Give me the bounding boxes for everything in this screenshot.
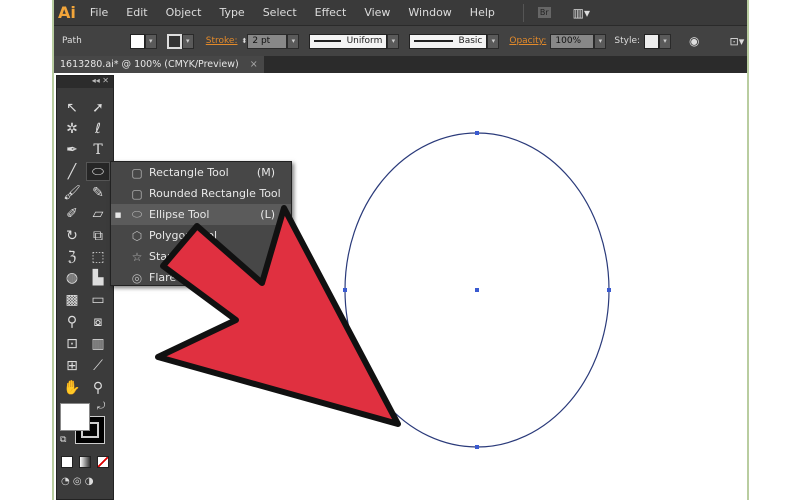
artwork-overlay <box>155 131 611 449</box>
red-arrow-pointer <box>155 205 401 427</box>
center-point <box>475 288 479 292</box>
fill-color-box[interactable] <box>60 403 90 431</box>
